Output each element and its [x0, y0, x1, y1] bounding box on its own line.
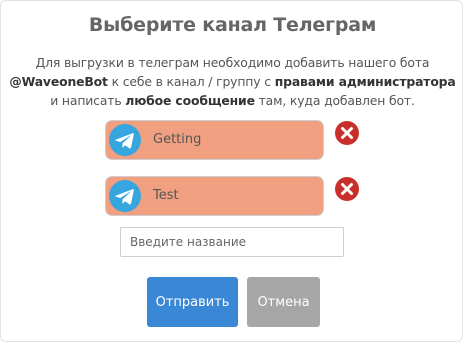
- channel-name: Test: [153, 188, 179, 203]
- telegram-icon: [109, 180, 141, 212]
- channel-item-getting[interactable]: Getting: [105, 120, 324, 160]
- cancel-button[interactable]: Отмена: [247, 277, 320, 327]
- channel-name-input[interactable]: [120, 227, 344, 257]
- admin-rights-text: правами администратора: [274, 74, 456, 89]
- send-button[interactable]: Отправить: [147, 277, 238, 327]
- desc-line3-start: и написать: [50, 93, 126, 108]
- desc-line1: Для выгрузки в телеграм необходимо добав…: [35, 55, 430, 70]
- dialog-title: Выберите канал Телеграм: [88, 14, 377, 36]
- bot-name: @WaveoneBot: [9, 74, 108, 89]
- desc-line2: к себе в канал / группу с: [107, 74, 275, 89]
- channel-name: Getting: [153, 132, 202, 147]
- telegram-icon: [109, 124, 141, 156]
- any-message-text: любое сообщение: [125, 93, 255, 108]
- close-icon[interactable]: [335, 177, 359, 201]
- telegram-channel-dialog: Выберите канал Телеграм Для выгрузки в т…: [0, 0, 463, 342]
- dialog-description: Для выгрузки в телеграм необходимо добав…: [7, 53, 458, 110]
- close-icon[interactable]: [335, 121, 359, 145]
- desc-line3-end: там, куда добавлен бот.: [254, 93, 415, 108]
- channel-item-test[interactable]: Test: [105, 176, 324, 216]
